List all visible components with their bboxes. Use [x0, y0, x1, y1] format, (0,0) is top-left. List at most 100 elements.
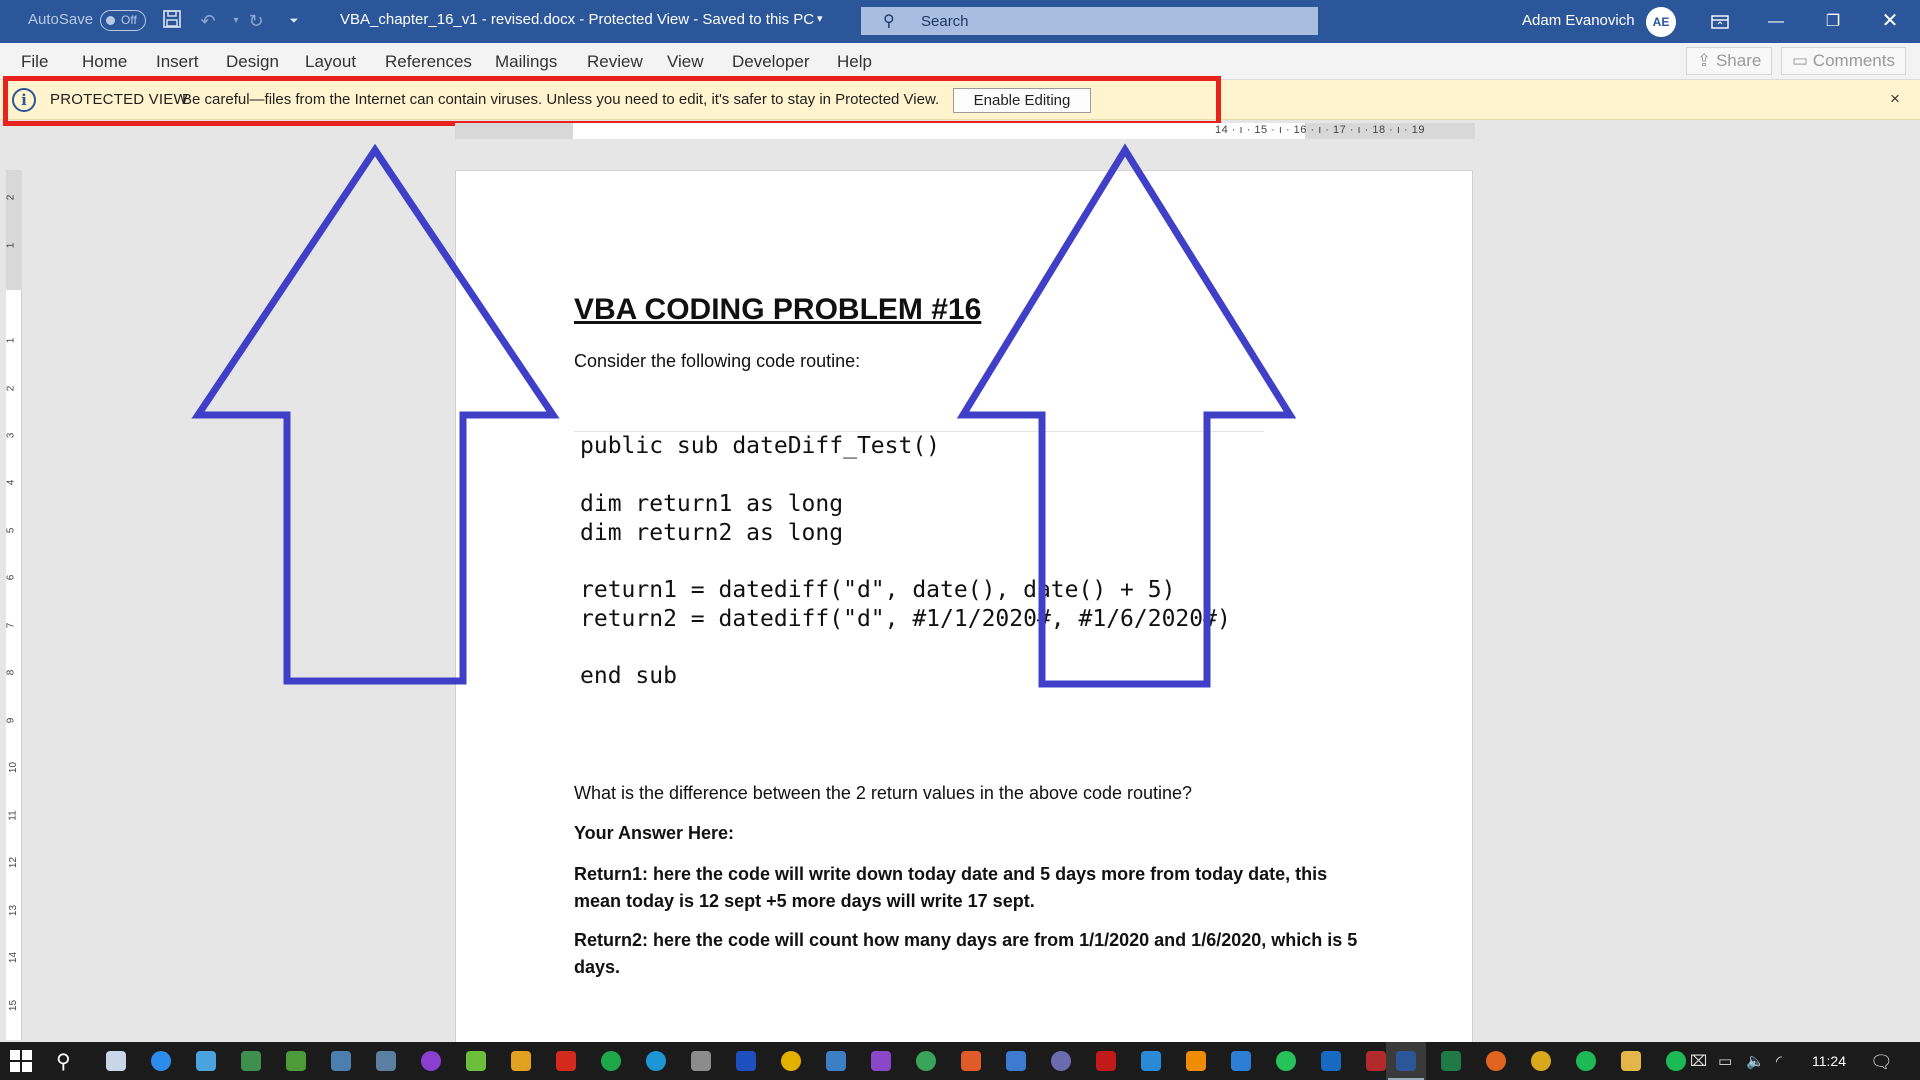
document-heading: VBA CODING PROBLEM #16: [574, 293, 982, 326]
app-icon[interactable]: [781, 1051, 801, 1071]
app-icon[interactable]: [826, 1051, 846, 1071]
word-icon[interactable]: [1396, 1051, 1416, 1071]
chrome-icon[interactable]: [1531, 1051, 1551, 1071]
tab-view[interactable]: View: [667, 52, 704, 72]
windows-start-icon[interactable]: [10, 1050, 32, 1072]
avatar[interactable]: AE: [1646, 7, 1676, 37]
ribbon-tabs: File Home Insert Design Layout Reference…: [0, 43, 1920, 80]
app-icon[interactable]: [511, 1051, 531, 1071]
ruler-tick: 15: [8, 999, 20, 1012]
tab-mailings[interactable]: Mailings: [495, 52, 557, 72]
tab-developer[interactable]: Developer: [732, 52, 810, 72]
tab-insert[interactable]: Insert: [156, 52, 199, 72]
ruler-tick: 13: [8, 904, 20, 917]
tab-review[interactable]: Review: [587, 52, 643, 72]
ruler-tick: 14: [8, 951, 20, 964]
vscode-icon[interactable]: [1141, 1051, 1161, 1071]
filezilla-icon[interactable]: [1096, 1051, 1116, 1071]
title-dropdown-icon[interactable]: ▾: [817, 12, 823, 25]
app-icon[interactable]: [286, 1051, 306, 1071]
notifications-icon[interactable]: 🗨: [1870, 1052, 1893, 1073]
highlight-annotation: [3, 76, 1221, 126]
teamviewer-icon[interactable]: [151, 1051, 171, 1071]
clock[interactable]: 11:24: [1812, 1053, 1846, 1069]
question-text: What is the difference between the 2 ret…: [574, 783, 1193, 803]
app-icon[interactable]: [106, 1051, 126, 1071]
app-icon[interactable]: [466, 1051, 486, 1071]
app-icon[interactable]: [1051, 1051, 1071, 1071]
undo-icon[interactable]: ↶: [196, 9, 220, 33]
ruler-tick: 2: [5, 194, 17, 201]
code-line: end sub: [580, 663, 677, 689]
document-intro: Consider the following code routine:: [574, 351, 861, 371]
app-icon[interactable]: [331, 1051, 351, 1071]
restore-icon[interactable]: ❐: [1805, 0, 1861, 43]
app-icon[interactable]: [916, 1051, 936, 1071]
firefox-icon[interactable]: [1486, 1051, 1506, 1071]
share-icon: ⇪: [1697, 51, 1716, 70]
ruler-tick: 9: [5, 717, 17, 724]
app-icon[interactable]: [736, 1051, 756, 1071]
share-button[interactable]: ⇪ Share: [1686, 47, 1773, 75]
ribbon-display-options-icon[interactable]: [1692, 0, 1748, 43]
outlook-icon[interactable]: [1321, 1051, 1341, 1071]
ruler-tick: 1: [5, 337, 17, 344]
search-icon[interactable]: ⚲: [56, 1049, 71, 1074]
ruler-labels: 14 · ı · 15 · ı · 16 · ı · 17 · ı · 18 ·…: [1215, 124, 1425, 136]
code-line: dim return2 as long: [580, 520, 844, 546]
customize-qat-icon[interactable]: ⏷: [282, 9, 306, 33]
battery-icon[interactable]: ▭: [1718, 1052, 1732, 1070]
document-page[interactable]: VBA CODING PROBLEM #16 Consider the foll…: [455, 170, 1473, 1050]
share-label: Share: [1715, 51, 1762, 70]
spotify-icon[interactable]: [1576, 1051, 1596, 1071]
autosave-label: AutoSave: [28, 11, 94, 28]
horizontal-ruler[interactable]: 14 · ı · 15 · ı · 16 · ı · 17 · ı · 18 ·…: [455, 123, 1475, 139]
app-icon[interactable]: [1231, 1051, 1251, 1071]
app-icon[interactable]: [1006, 1051, 1026, 1071]
close-bar-icon[interactable]: ×: [1890, 89, 1900, 109]
comments-label: Comments: [1812, 51, 1895, 70]
vlc-icon[interactable]: [1186, 1051, 1206, 1071]
save-icon[interactable]: [160, 9, 184, 33]
tab-home[interactable]: Home: [82, 52, 127, 72]
ruler-tick: 3: [5, 432, 17, 439]
file-explorer-icon[interactable]: [1621, 1051, 1641, 1071]
vertical-ruler[interactable]: 2 1 1 2 3 4 5 6 7 8 9 10 11 12 13 14 15: [5, 170, 22, 1040]
answer-return2: Return2: here the code will count how ma…: [574, 930, 1358, 977]
ruler-tick: 11: [7, 810, 19, 821]
skype-icon[interactable]: [646, 1051, 666, 1071]
access-icon[interactable]: [1366, 1051, 1386, 1071]
network-icon[interactable]: ◜: [1776, 1052, 1782, 1070]
app-icon[interactable]: [421, 1051, 441, 1071]
code-line: return1 = datediff("d", date(), date() +…: [580, 577, 1176, 603]
tab-layout[interactable]: Layout: [305, 52, 356, 72]
usb-icon[interactable]: ⌧: [1690, 1052, 1707, 1070]
volume-icon[interactable]: 🔈: [1746, 1052, 1765, 1070]
tab-design[interactable]: Design: [226, 52, 279, 72]
autosave-toggle[interactable]: Off: [100, 10, 146, 31]
ruler-tick: 6: [5, 574, 17, 581]
code-line: return2 = datediff("d", #1/1/2020#, #1/6…: [580, 606, 1231, 632]
close-icon[interactable]: ✕: [1862, 0, 1918, 43]
visual-studio-icon[interactable]: [871, 1051, 891, 1071]
tab-help[interactable]: Help: [837, 52, 872, 72]
app-icon[interactable]: [601, 1051, 621, 1071]
tab-file[interactable]: File: [21, 52, 48, 72]
comments-button[interactable]: ▭ Comments: [1781, 47, 1906, 75]
spotify-tray-icon[interactable]: [1666, 1051, 1686, 1071]
excel-icon[interactable]: [1441, 1051, 1461, 1071]
app-icon[interactable]: [376, 1051, 396, 1071]
whatsapp-icon[interactable]: [1276, 1051, 1296, 1071]
minimize-icon[interactable]: —: [1748, 0, 1804, 43]
camera-icon[interactable]: [691, 1051, 711, 1071]
ruler-margin: [6, 170, 22, 290]
document-title[interactable]: VBA_chapter_16_v1 - revised.docx - Prote…: [340, 11, 814, 28]
app-icon[interactable]: [241, 1051, 261, 1071]
user-name[interactable]: Adam Evanovich: [1522, 12, 1635, 29]
search-box[interactable]: ⚲ Search: [861, 7, 1318, 35]
redo-icon[interactable]: ↻: [244, 9, 268, 33]
app-icon[interactable]: [961, 1051, 981, 1071]
acrobat-icon[interactable]: [556, 1051, 576, 1071]
tab-references[interactable]: References: [385, 52, 472, 72]
app-icon[interactable]: [196, 1051, 216, 1071]
